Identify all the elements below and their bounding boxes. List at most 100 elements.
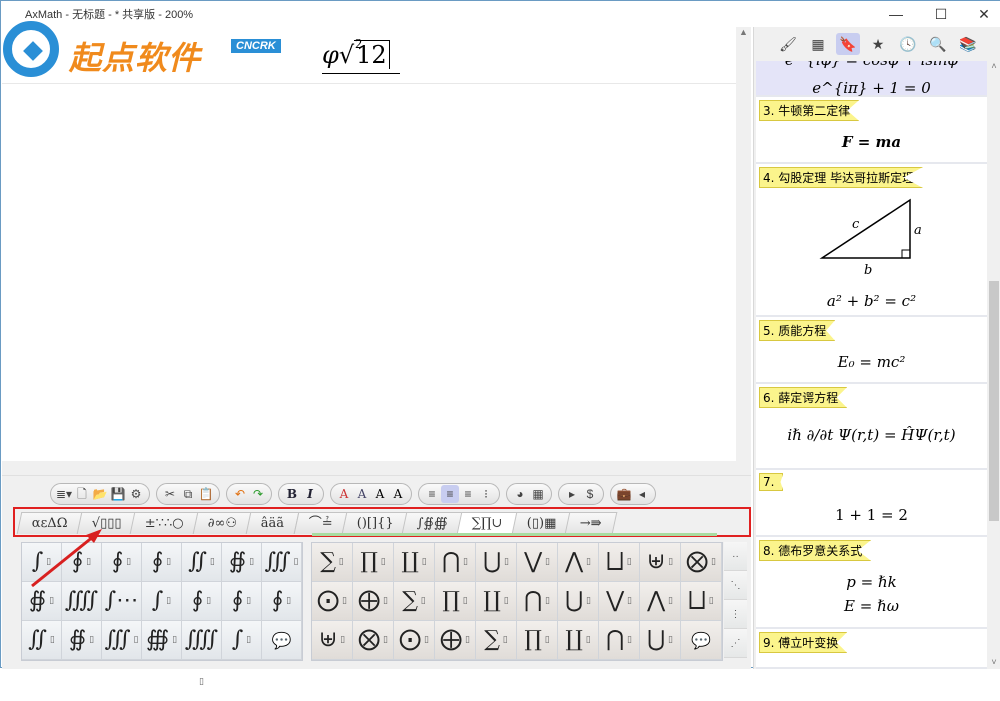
scroll-up-icon[interactable]: ▲ [736,27,751,37]
operator-template[interactable]: ⨀ ▯ [394,621,435,660]
italic-icon[interactable]: I [301,485,319,503]
tab-1[interactable]: √▯▯▯ [76,512,137,534]
align-distribute-icon[interactable]: ⁝ [477,485,495,503]
operator-template[interactable]: ⋃ ▯ [476,543,517,582]
tab-8[interactable]: ∑∏∪ [456,512,519,534]
palette-icon[interactable]: ▦ [529,485,547,503]
new-file-icon[interactable]: 🗋 [73,485,91,503]
font-style-3-icon[interactable]: A [371,485,389,503]
scroll-down-icon[interactable]: ˅ [987,657,1000,667]
operator-template[interactable]: ⋂ ▯ [517,582,558,621]
gear-icon[interactable]: ⚙ [127,485,145,503]
tab-0[interactable]: αεΔΩ [16,512,84,534]
operator-template[interactable]: ⋁ ▯ [599,582,640,621]
editor-vertical-scrollbar[interactable]: ▲ [736,27,751,461]
comment-icon[interactable]: 💬 [681,621,722,660]
maximize-button[interactable]: ☐ [926,4,956,24]
integral-template[interactable]: ∫⋯∫ ▯ [102,582,142,651]
font-style-1-icon[interactable]: A [335,485,353,503]
scroll-up-icon[interactable]: ˄ [987,61,1000,71]
editor-horizontal-scrollbar[interactable] [2,461,751,476]
formula-item[interactable]: 4. 勾股定理 毕达哥拉斯定理 c a b a² + b² = c² [756,164,987,317]
formula-item[interactable]: 5. 质能方程 E₀ = mc² [756,317,987,384]
integral-template[interactable]: ∮ ▯ [222,582,262,621]
books-icon[interactable]: 📚 [956,33,980,55]
operator-template[interactable]: ⋂ ▯ [599,621,640,660]
integral-template[interactable]: ∬ ▯ [22,621,62,660]
menu-icon[interactable]: ≣▾ [55,485,73,503]
formula-item[interactable]: 3. 牛顿第二定律 F = ma [756,97,987,164]
operator-template[interactable]: ∏ ▯ [435,582,476,621]
integral-template[interactable]: ∯ ▯ [62,621,102,660]
integral-template[interactable]: ∫ ▯ [22,543,62,582]
bold-icon[interactable]: B [283,485,301,503]
comment-icon[interactable]: 💬 [262,621,302,660]
scrollbar-thumb[interactable] [989,281,999,521]
integral-template[interactable]: ∯ ▯ [22,582,62,621]
tab-4[interactable]: âäã [246,512,301,534]
integral-template[interactable]: ∫ ▯ [142,582,182,621]
operator-template[interactable]: ⨀ ▯ [312,582,353,621]
operator-template[interactable]: ⨂ ▯ [681,543,722,582]
operator-template[interactable]: ∐ ▯ [476,582,517,621]
integral-template[interactable]: ∭ ▯ [102,621,142,660]
formula[interactable]: φ 2 √12 [322,37,390,69]
align-center-icon[interactable]: ≡ [441,485,459,503]
star-icon[interactable]: ★ [866,33,890,55]
align-left-icon[interactable]: ≡ [423,485,441,503]
formula-item[interactable]: 6. 薛定谔方程 iℏ ∂/∂t Ψ(r,t) = ĤΨ(r,t) [756,384,987,470]
grid-icon[interactable]: ▦ [806,33,830,55]
library-scrollbar[interactable]: ˄ ˅ [987,61,1000,669]
operator-template[interactable]: ⊎ ▯ [312,621,353,660]
play-icon[interactable]: ▸ [563,485,581,503]
history-icon[interactable]: 🕓 [896,33,920,55]
operator-template[interactable]: ⋂ ▯ [435,543,476,582]
integral-template[interactable]: ⨌ ▯ [62,582,102,648]
integral-template[interactable]: ∮ ▯ [182,582,222,621]
integral-template[interactable]: ∫ ▯ [222,621,262,660]
formula-item[interactable]: e^{iφ} = cosφ + isinφ e^{iπ} + 1 = 0 [756,61,987,97]
dots-button[interactable]: ⋰ [724,629,747,658]
font-style-4-icon[interactable]: A [389,485,407,503]
undo-icon[interactable]: ↶ [231,485,249,503]
operator-template[interactable]: ∐ ▯ [394,543,435,582]
dots-button[interactable]: ⋱ [724,571,747,600]
tab-3[interactable]: ∂∞⚇ [192,512,253,534]
integral-template[interactable]: ∯ ▯ [222,543,262,582]
cut-icon[interactable]: ✂ [161,485,179,503]
integral-template[interactable]: ∭ ▯ [262,543,302,582]
operator-template[interactable]: ∑ ▯ [394,582,435,621]
variable-icon[interactable]: $ [581,485,599,503]
tab-5[interactable]: ⌒≟ [293,512,348,534]
font-style-2-icon[interactable]: A [353,485,371,503]
copy-icon[interactable]: ⧉ [179,485,197,503]
operator-template[interactable]: ∑ ▯ [476,621,517,660]
operator-template[interactable]: ⋀ ▯ [640,582,681,621]
operator-template[interactable]: ⋁ ▯ [517,543,558,582]
formula-editor[interactable]: φ 2 √12 [2,27,736,461]
operator-template[interactable]: ∏ ▯ [353,543,394,582]
tab-2[interactable]: ±∵∴○ [130,512,200,534]
integral-template[interactable]: ∮ ▯ [62,543,102,582]
open-folder-icon[interactable]: 📂 [91,485,109,503]
formula-item[interactable]: 7. 1 + 1 = 2 [756,470,987,537]
operator-template[interactable]: ∏ ▯ [517,621,558,660]
align-right-icon[interactable]: ≡ [459,485,477,503]
operator-template[interactable]: ∑ ▯ [312,543,353,582]
integral-template[interactable]: ∮ ▯ [142,543,182,582]
tab-9[interactable]: (▯)▦ [511,512,572,534]
dots-button[interactable]: ·· [724,542,747,571]
integral-template[interactable]: ∬ ▯ [182,543,222,582]
tab-6[interactable]: ()[]{} [341,512,409,534]
dots-button[interactable]: ⋮ [724,600,747,629]
integral-template[interactable]: ∮ ▯ [102,543,142,582]
minimize-button[interactable]: — [881,4,911,24]
operator-template[interactable]: ⨁ ▯ [353,582,394,621]
formula-item[interactable]: 9. 傅立叶变换 [756,629,987,669]
operator-template[interactable]: ⋃ ▯ [558,582,599,621]
brush-icon[interactable]: 🖌 [776,33,800,55]
collapse-icon[interactable]: ◂ [633,485,651,503]
integral-template[interactable]: ∰ ▯ [142,621,182,660]
tab-7[interactable]: ∫∯∰ [402,512,464,534]
operator-template[interactable]: ⨆ ▯ [599,543,640,582]
